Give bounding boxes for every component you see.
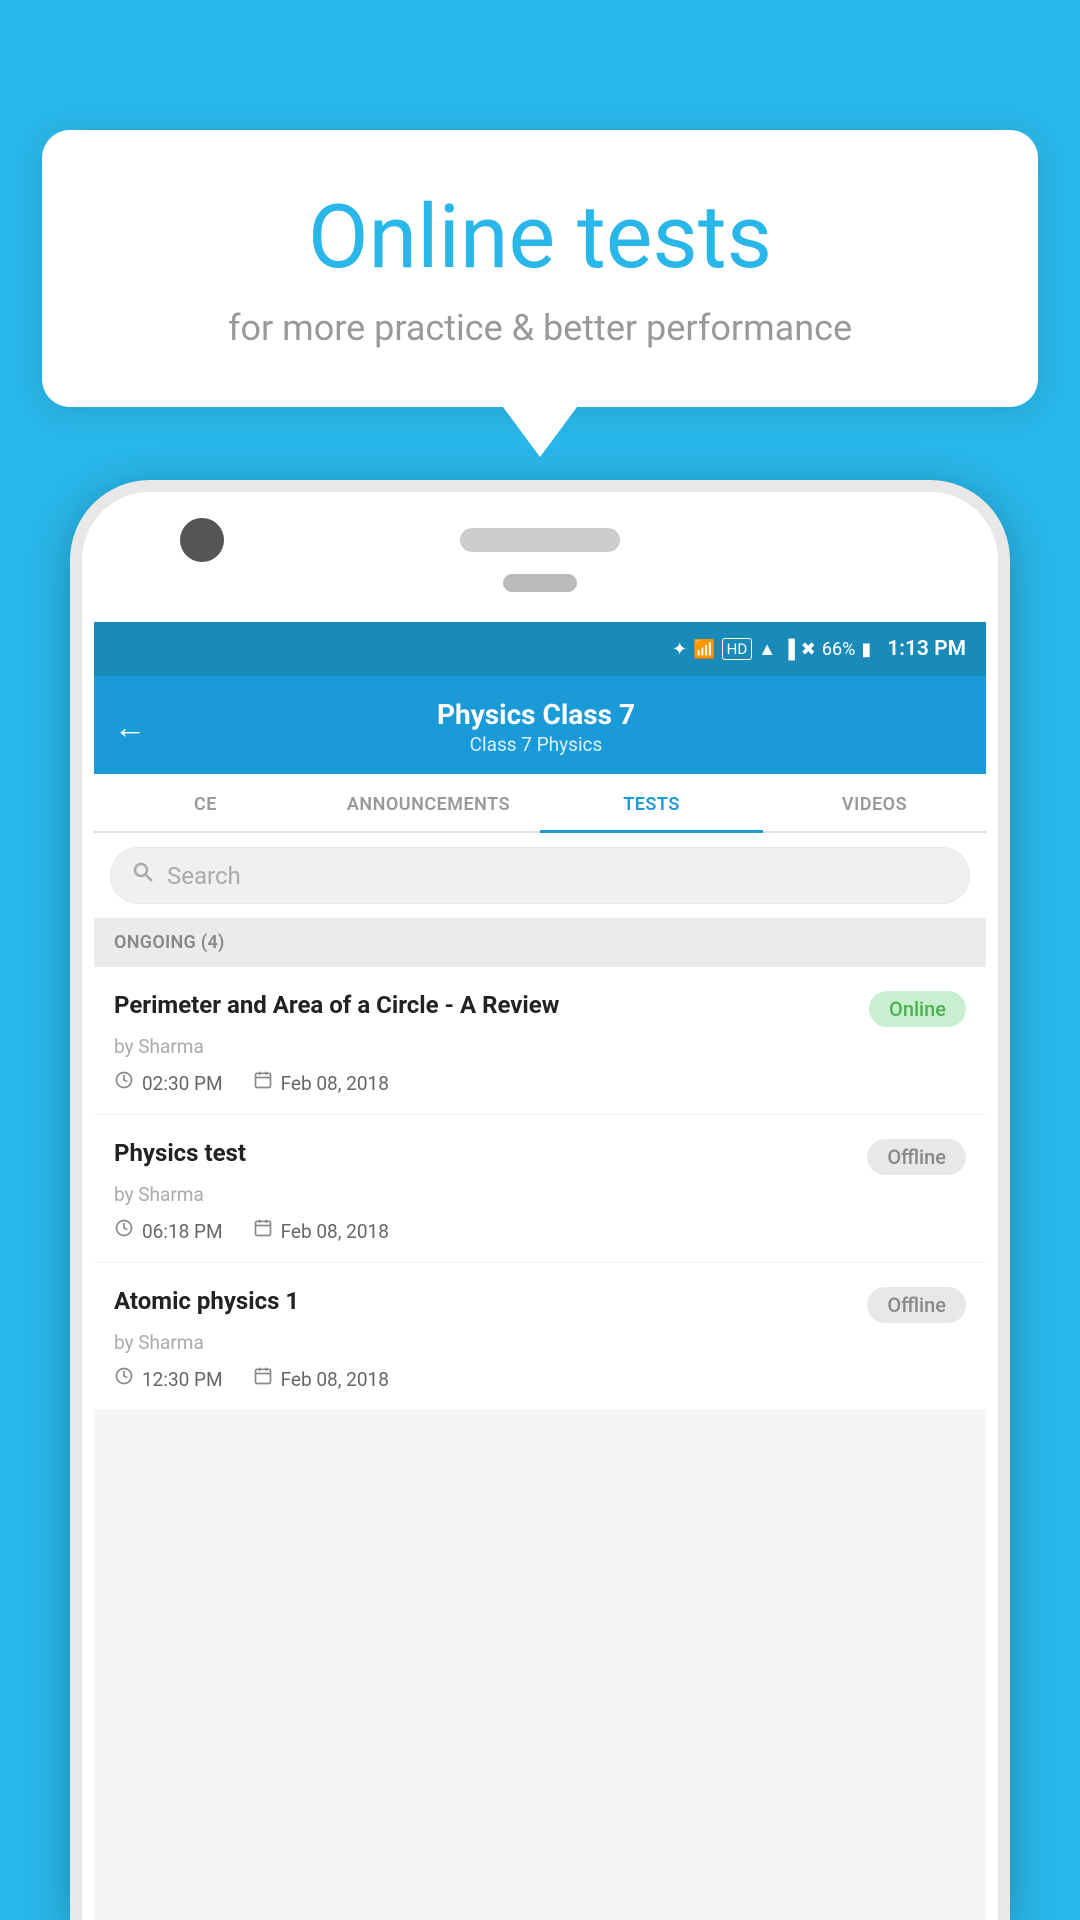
bluetooth-icon: ✦ (672, 639, 687, 660)
battery-percent: 66% (822, 639, 855, 660)
test-date: Feb 08, 2018 (253, 1366, 389, 1392)
status-badge: Offline (867, 1139, 966, 1175)
status-badge: Offline (867, 1287, 966, 1323)
hd-badge: HD (722, 638, 753, 660)
battery-icon: ▮ (861, 639, 871, 660)
status-icons: ✦ 📶 HD ▲ ▐ ✖ 66% ▮ (672, 638, 871, 660)
tab-tests[interactable]: TESTS (540, 774, 763, 831)
wifi-icon: ▲ (758, 639, 776, 660)
test-item-top: Atomic physics 1 Offline (114, 1285, 966, 1323)
status-badge: Online (869, 991, 966, 1027)
search-container: Search (94, 833, 986, 918)
app-header: ← Physics Class 7 Class 7 Physics (94, 676, 986, 774)
test-author: by Sharma (114, 1035, 966, 1058)
clock-icon (114, 1218, 134, 1244)
test-item-top: Perimeter and Area of a Circle - A Revie… (114, 989, 966, 1027)
calendar-icon (253, 1218, 273, 1244)
test-meta: 12:30 PM Feb 08, 201 (114, 1366, 966, 1392)
no-signal-icon: ✖ (801, 639, 816, 660)
hero-title: Online tests (92, 190, 988, 287)
signal-icon: ▐ (782, 639, 795, 660)
hero-card: Online tests for more practice & better … (42, 130, 1038, 407)
header-title: Physics Class 7 (164, 698, 908, 731)
test-meta: 02:30 PM Feb 08, 201 (114, 1070, 966, 1096)
test-list: Perimeter and Area of a Circle - A Revie… (94, 967, 986, 1411)
test-date: Feb 08, 2018 (253, 1218, 389, 1244)
calendar-icon (253, 1070, 273, 1096)
test-time: 12:30 PM (114, 1366, 223, 1392)
test-date: Feb 08, 2018 (253, 1070, 389, 1096)
phone-speaker (460, 528, 620, 552)
section-header: ONGOING (4) (94, 918, 986, 967)
status-time: 1:13 PM (887, 637, 966, 661)
phone-home-button[interactable] (503, 574, 577, 592)
clock-icon (114, 1070, 134, 1096)
tab-videos[interactable]: VIDEOS (763, 774, 986, 831)
header-breadcrumb: Class 7 Physics (164, 733, 908, 756)
test-item[interactable]: Physics test Offline by Sharma (94, 1115, 986, 1263)
test-item[interactable]: Atomic physics 1 Offline by Sharma (94, 1263, 986, 1411)
screen: ✦ 📶 HD ▲ ▐ ✖ 66% ▮ 1:13 PM (94, 622, 986, 1920)
test-time: 02:30 PM (114, 1070, 223, 1096)
phone-inner: ✦ 📶 HD ▲ ▐ ✖ 66% ▮ 1:13 PM (82, 492, 998, 1920)
search-icon (131, 860, 155, 891)
search-bar[interactable]: Search (110, 847, 970, 904)
tab-ce[interactable]: CE (94, 774, 317, 831)
phone-camera (180, 518, 224, 562)
search-placeholder: Search (167, 862, 241, 890)
hero-subtitle: for more practice & better performance (92, 305, 988, 352)
phone-frame: ✦ 📶 HD ▲ ▐ ✖ 66% ▮ 1:13 PM (70, 480, 1010, 1920)
status-bar: ✦ 📶 HD ▲ ▐ ✖ 66% ▮ 1:13 PM (94, 622, 986, 676)
vibrate-icon: 📶 (693, 639, 715, 660)
back-button[interactable]: ← (114, 708, 146, 746)
test-name: Physics test (114, 1137, 853, 1169)
test-time: 06:18 PM (114, 1218, 223, 1244)
test-name: Perimeter and Area of a Circle - A Revie… (114, 989, 855, 1021)
calendar-icon (253, 1366, 273, 1392)
test-item[interactable]: Perimeter and Area of a Circle - A Revie… (94, 967, 986, 1115)
test-meta: 06:18 PM Feb 08, 201 (114, 1218, 966, 1244)
test-author: by Sharma (114, 1331, 966, 1354)
tab-announcements[interactable]: ANNOUNCEMENTS (317, 774, 540, 831)
test-author: by Sharma (114, 1183, 966, 1206)
clock-icon (114, 1366, 134, 1392)
test-item-top: Physics test Offline (114, 1137, 966, 1175)
header-text: Physics Class 7 Class 7 Physics (164, 698, 908, 756)
test-name: Atomic physics 1 (114, 1285, 853, 1317)
tab-bar: CE ANNOUNCEMENTS TESTS VIDEOS (94, 774, 986, 833)
